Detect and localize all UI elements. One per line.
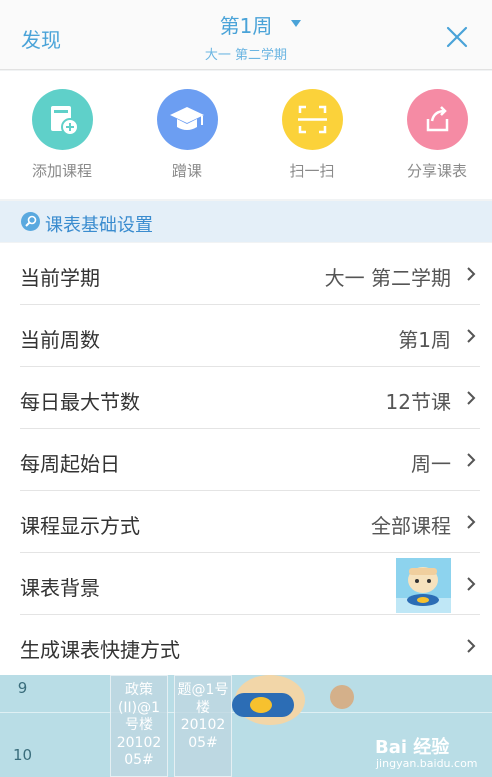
setting-create-shortcut[interactable]: 生成课表快捷方式: [0, 615, 492, 677]
term-subtitle: 大一 第二学期: [204, 48, 288, 63]
quick-actions: 添加课程 蹭课 扫一扫 分享课表: [0, 71, 492, 199]
share-schedule-label: 分享课表: [406, 162, 467, 180]
setting-label: 课表背景: [20, 576, 100, 600]
watermark-site: jingyan.baidu.com: [376, 757, 478, 770]
setting-current-term[interactable]: 当前学期 大一 第二学期: [0, 243, 492, 305]
course-card-line: 楼: [196, 699, 210, 716]
setting-max-periods[interactable]: 每日最大节数 12节课: [0, 367, 492, 429]
chevron-right-icon: [467, 577, 476, 591]
setting-label: 每日最大节数: [20, 390, 140, 414]
week-title: 第1周: [219, 14, 273, 38]
chevron-right-icon: [467, 329, 476, 343]
add-course-label: 添加课程: [31, 162, 92, 180]
setting-value: 全部课程: [371, 514, 451, 538]
share-schedule-button[interactable]: 分享课表: [387, 89, 487, 181]
close-icon[interactable]: [444, 24, 470, 50]
period-number: 9: [17, 679, 28, 697]
course-card-line: 20102: [116, 734, 162, 751]
chevron-right-icon: [467, 391, 476, 405]
chevron-right-icon: [467, 639, 476, 653]
setting-label: 当前周数: [20, 328, 100, 352]
course-card-line: 05#: [188, 734, 218, 751]
course-card-line: 05#: [124, 752, 154, 768]
section-title: 课表基础设置: [45, 215, 153, 236]
top-bar: 发现 第1周 大一 第二学期: [0, 0, 492, 70]
course-card-line: (II)@1: [117, 699, 161, 716]
setting-label: 当前学期: [20, 266, 100, 290]
add-course-button[interactable]: 添加课程: [12, 89, 112, 181]
setting-display-mode[interactable]: 课程显示方式 全部课程: [0, 491, 492, 553]
setting-background[interactable]: 课表背景: [0, 553, 492, 615]
cartoon-hand: [330, 685, 354, 709]
watermark-brand: Bai 经验: [375, 737, 450, 758]
add-course-icon: [31, 89, 93, 150]
audit-class-label: 蹭课: [171, 162, 202, 180]
setting-label: 每周起始日: [20, 452, 120, 476]
setting-value: 12节课: [385, 390, 451, 414]
setting-value: 大一 第二学期: [324, 266, 451, 290]
setting-label: 课程显示方式: [20, 514, 140, 538]
course-card-line: 20102: [180, 717, 226, 733]
caret-down-icon: [291, 20, 301, 27]
course-card-line: 题@1号: [177, 682, 229, 698]
course-card[interactable]: 政策 (II)@1 号楼 20102 05#: [110, 675, 168, 777]
setting-current-week[interactable]: 当前周数 第1周: [0, 305, 492, 367]
week-selector[interactable]: 第1周: [0, 10, 492, 39]
period-number: 10: [12, 746, 33, 764]
chevron-right-icon: [467, 267, 476, 281]
course-card-line: 号楼: [125, 717, 153, 733]
settings-list: 当前学期 大一 第二学期 当前周数 第1周 每日最大节数 12节课 每周起始日 …: [0, 243, 492, 675]
setting-week-start[interactable]: 每周起始日 周一: [0, 429, 492, 491]
wrench-icon: [21, 212, 40, 231]
course-card[interactable]: 题@1号 楼 20102 05#: [174, 675, 232, 777]
share-icon: [406, 89, 468, 150]
section-header: 课表基础设置: [0, 201, 492, 242]
background-thumbnail: [396, 558, 451, 613]
scan-icon: [281, 89, 343, 150]
graduation-cap-icon: [156, 89, 218, 150]
course-card-line: 政策: [125, 682, 153, 698]
chevron-right-icon: [467, 453, 476, 467]
cartoon-badge: [250, 697, 272, 713]
setting-label: 生成课表快捷方式: [20, 638, 180, 662]
setting-value: 周一: [411, 452, 451, 476]
chevron-right-icon: [467, 515, 476, 529]
scan-label: 扫一扫: [289, 162, 335, 180]
setting-value: 第1周: [398, 328, 451, 352]
audit-class-button[interactable]: 蹭课: [137, 89, 237, 181]
scan-button[interactable]: 扫一扫: [262, 89, 362, 181]
